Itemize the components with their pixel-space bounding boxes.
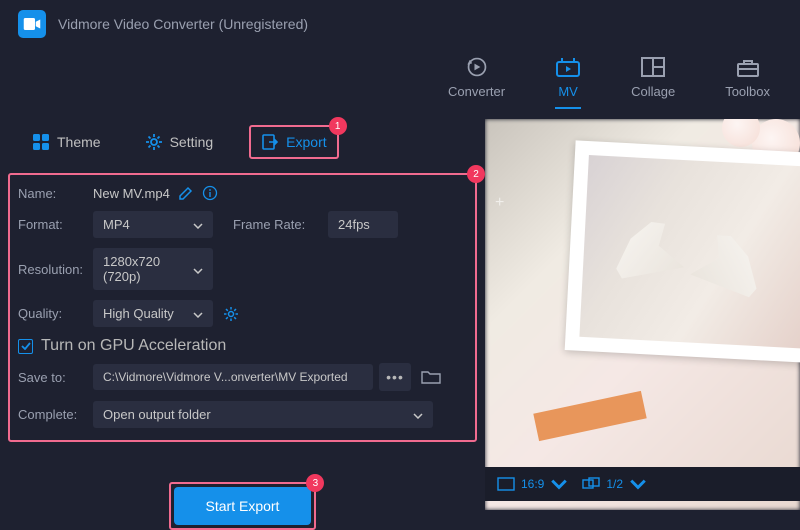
quality-select[interactable]: High Quality	[93, 300, 213, 327]
converter-icon	[464, 56, 490, 78]
mv-icon	[555, 56, 581, 78]
badge-2: 2	[467, 165, 485, 183]
saveto-field[interactable]: C:\Vidmore\Vidmore V...onverter\MV Expor…	[93, 364, 373, 390]
zoom-select[interactable]: 1/2	[582, 477, 647, 491]
tab-collage[interactable]: Collage	[631, 56, 675, 109]
screens-icon	[582, 477, 600, 491]
chevron-down-icon	[193, 306, 203, 321]
sub-nav: Theme Setting 1 Export	[8, 119, 477, 169]
gpu-checkbox[interactable]	[18, 339, 33, 354]
chevron-down-icon	[193, 262, 203, 277]
quality-settings-button[interactable]	[223, 306, 239, 322]
export-panel: Theme Setting 1 Export 2 Name: New MV.mp…	[0, 119, 485, 510]
name-label: Name:	[18, 186, 93, 201]
gear-icon	[145, 133, 163, 151]
subtab-export[interactable]: Export	[255, 131, 332, 153]
subtab-setting[interactable]: Setting	[137, 125, 222, 159]
start-export-button[interactable]: Start Export	[174, 487, 312, 525]
footer-bar: 16:9 1/2	[485, 467, 800, 501]
chevron-down-icon	[413, 407, 423, 422]
gpu-label: Turn on GPU Acceleration	[41, 337, 226, 355]
format-select[interactable]: MP4	[93, 211, 213, 238]
name-value: New MV.mp4	[93, 186, 170, 201]
row-name: Name: New MV.mp4	[18, 185, 467, 201]
theme-icon	[32, 133, 50, 151]
collage-icon	[640, 56, 666, 78]
aspect-icon	[497, 477, 515, 491]
complete-select[interactable]: Open output folder	[93, 401, 433, 428]
subtab-theme[interactable]: Theme	[24, 125, 109, 159]
tab-mv[interactable]: MV	[555, 56, 581, 109]
folder-icon	[421, 369, 441, 385]
tab-toolbox[interactable]: Toolbox	[725, 56, 770, 109]
saveto-label: Save to:	[18, 370, 93, 385]
title-bar: Vidmore Video Converter (Unregistered)	[0, 0, 800, 48]
chevron-down-icon	[550, 477, 568, 491]
tab-converter[interactable]: Converter	[448, 56, 505, 109]
quality-label: Quality:	[18, 306, 93, 321]
check-icon	[21, 342, 31, 350]
format-label: Format:	[18, 217, 93, 232]
app-logo	[18, 10, 46, 38]
main-nav: Converter MV Collage Toolbox	[0, 56, 800, 109]
open-folder-button[interactable]	[417, 363, 445, 391]
resolution-label: Resolution:	[18, 262, 93, 277]
complete-label: Complete:	[18, 407, 93, 422]
chevron-down-icon	[629, 477, 647, 491]
info-button[interactable]	[202, 185, 218, 201]
edit-button[interactable]	[178, 185, 194, 201]
export-icon	[261, 133, 279, 151]
badge-3: 3	[306, 474, 324, 492]
browse-button[interactable]: •••	[379, 363, 411, 391]
framerate-select[interactable]: 24fps	[328, 211, 398, 238]
chevron-down-icon	[193, 217, 203, 232]
preview-panel: + +	[485, 119, 800, 510]
gpu-row: Turn on GPU Acceleration	[18, 337, 467, 355]
preview-photo	[565, 140, 800, 363]
app-title: Vidmore Video Converter (Unregistered)	[58, 16, 308, 32]
badge-1: 1	[329, 117, 347, 135]
camera-icon	[23, 17, 41, 31]
resolution-select[interactable]: 1280x720 (720p)	[93, 248, 213, 290]
framerate-label: Frame Rate:	[233, 217, 328, 232]
export-form: 2 Name: New MV.mp4 Format: MP4 Frame Rat…	[8, 173, 477, 442]
aspect-ratio-select[interactable]: 16:9	[497, 477, 568, 491]
toolbox-icon	[735, 56, 761, 78]
guide-cross-icon: +	[495, 194, 504, 212]
